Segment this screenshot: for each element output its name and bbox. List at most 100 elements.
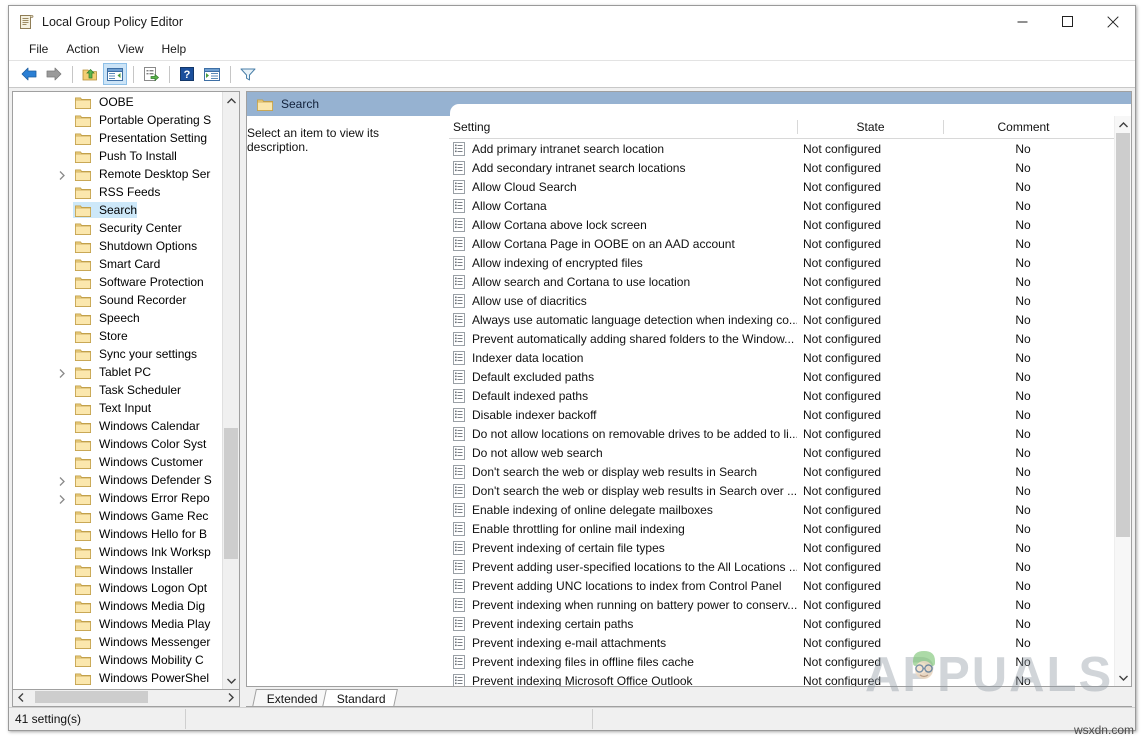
- tree-item[interactable]: Security Center: [13, 219, 222, 237]
- tree-item[interactable]: Windows Mobility C: [13, 651, 222, 669]
- settings-row[interactable]: Prevent indexing Microsoft Office Outloo…: [449, 671, 1114, 686]
- tree-item[interactable]: Shutdown Options: [13, 237, 222, 255]
- tree-item[interactable]: Windows Media Dig: [13, 597, 222, 615]
- settings-scroll-up-icon[interactable]: [1115, 116, 1131, 133]
- settings-row[interactable]: Default indexed pathsNot configuredNo: [449, 386, 1114, 405]
- settings-row[interactable]: Allow Cortana Page in OOBE on an AAD acc…: [449, 234, 1114, 253]
- minimize-button[interactable]: [1000, 6, 1045, 37]
- tree-scroll-right-icon[interactable]: [223, 690, 239, 704]
- settings-scrollbar-track[interactable]: [1115, 116, 1131, 686]
- tree-item[interactable]: Windows Logon Opt: [13, 579, 222, 597]
- tree-item[interactable]: Sound Recorder: [13, 291, 222, 309]
- settings-row[interactable]: Don't search the web or display web resu…: [449, 481, 1114, 500]
- settings-list-rows[interactable]: Add primary intranet search locationNot …: [449, 139, 1114, 686]
- settings-row[interactable]: Allow Cloud SearchNot configuredNo: [449, 177, 1114, 196]
- tree-item[interactable]: Tablet PC: [13, 363, 222, 381]
- tree-item[interactable]: Task Scheduler: [13, 381, 222, 399]
- settings-row[interactable]: Allow Cortana above lock screenNot confi…: [449, 215, 1114, 234]
- menu-help[interactable]: Help: [154, 40, 195, 58]
- settings-row[interactable]: Allow CortanaNot configuredNo: [449, 196, 1114, 215]
- tree-scroll-left-icon[interactable]: [13, 690, 29, 704]
- forward-icon[interactable]: [42, 63, 66, 85]
- back-icon[interactable]: [17, 63, 41, 85]
- tree-item[interactable]: Windows Hello for B: [13, 525, 222, 543]
- tree-item[interactable]: Windows Ink Worksp: [13, 543, 222, 561]
- settings-row[interactable]: Allow search and Cortana to use location…: [449, 272, 1114, 291]
- settings-row[interactable]: Prevent indexing e-mail attachmentsNot c…: [449, 633, 1114, 652]
- tree-item[interactable]: Windows Calendar: [13, 417, 222, 435]
- settings-row[interactable]: Enable throttling for online mail indexi…: [449, 519, 1114, 538]
- settings-row[interactable]: Prevent indexing certain pathsNot config…: [449, 614, 1114, 633]
- column-header-state[interactable]: State: [797, 120, 943, 134]
- column-header-setting[interactable]: Setting: [449, 120, 797, 134]
- settings-row[interactable]: Add secondary intranet search locationsN…: [449, 158, 1114, 177]
- tree-item[interactable]: Windows Game Rec: [13, 507, 222, 525]
- tree-item[interactable]: Software Protection: [13, 273, 222, 291]
- close-button[interactable]: [1090, 6, 1135, 37]
- tree-item[interactable]: Speech: [13, 309, 222, 327]
- tree-item[interactable]: Push To Install: [13, 147, 222, 165]
- settings-row[interactable]: Do not allow web searchNot configuredNo: [449, 443, 1114, 462]
- menu-action[interactable]: Action: [58, 40, 107, 58]
- export-list-icon[interactable]: [139, 63, 163, 85]
- show-hide-console-tree-icon[interactable]: [103, 63, 127, 85]
- settings-row[interactable]: Disable indexer backoffNot configuredNo: [449, 405, 1114, 424]
- maximize-button[interactable]: [1045, 6, 1090, 37]
- settings-row[interactable]: Default excluded pathsNot configuredNo: [449, 367, 1114, 386]
- settings-row[interactable]: Don't search the web or display web resu…: [449, 462, 1114, 481]
- tree-item[interactable]: Smart Card: [13, 255, 222, 273]
- tree-item[interactable]: Presentation Setting: [13, 129, 222, 147]
- tree-item[interactable]: Windows Installer: [13, 561, 222, 579]
- tree-item[interactable]: Windows Media Play: [13, 615, 222, 633]
- tree-item[interactable]: Windows Messenger: [13, 633, 222, 651]
- tree-item[interactable]: Windows Defender S: [13, 471, 222, 489]
- tree-scroll-down-icon[interactable]: [223, 672, 239, 689]
- settings-row[interactable]: Add primary intranet search locationNot …: [449, 139, 1114, 158]
- tree-hscroll-thumb[interactable]: [35, 691, 148, 703]
- tree-item[interactable]: Search: [13, 201, 222, 219]
- tab-standard[interactable]: Standard: [322, 689, 398, 707]
- settings-row[interactable]: Do not allow locations on removable driv…: [449, 424, 1114, 443]
- show-hide-action-pane-icon[interactable]: [200, 63, 224, 85]
- settings-row[interactable]: Prevent automatically adding shared fold…: [449, 329, 1114, 348]
- chevron-right-icon[interactable]: [59, 367, 69, 377]
- chevron-right-icon[interactable]: [59, 475, 69, 485]
- console-tree-list[interactable]: OOBEPortable Operating SPresentation Set…: [13, 92, 222, 689]
- menu-file[interactable]: File: [21, 40, 56, 58]
- tree-item[interactable]: Windows Color Syst: [13, 435, 222, 453]
- up-one-level-icon[interactable]: [78, 63, 102, 85]
- tree-item[interactable]: Remote Desktop Ser: [13, 165, 222, 183]
- settings-row[interactable]: Always use automatic language detection …: [449, 310, 1114, 329]
- settings-row[interactable]: Enable indexing of online delegate mailb…: [449, 500, 1114, 519]
- help-icon[interactable]: ?: [175, 63, 199, 85]
- settings-scroll-down-icon[interactable]: [1115, 669, 1131, 686]
- console-tree[interactable]: OOBEPortable Operating SPresentation Set…: [12, 91, 240, 690]
- tab-extended[interactable]: Extended: [252, 689, 330, 707]
- tree-item[interactable]: Text Input: [13, 399, 222, 417]
- settings-row[interactable]: Allow use of diacriticsNot configuredNo: [449, 291, 1114, 310]
- tree-item[interactable]: Windows PowerShel: [13, 669, 222, 687]
- tree-item[interactable]: Windows Customer: [13, 453, 222, 471]
- column-header-comment[interactable]: Comment: [943, 120, 1103, 134]
- settings-row[interactable]: Prevent adding UNC locations to index fr…: [449, 576, 1114, 595]
- tree-vertical-scrollbar[interactable]: [222, 92, 239, 689]
- settings-row[interactable]: Prevent indexing of certain file typesNo…: [449, 538, 1114, 557]
- tree-item[interactable]: Store: [13, 327, 222, 345]
- tree-horizontal-scrollbar[interactable]: [12, 690, 240, 707]
- tree-item[interactable]: Sync your settings: [13, 345, 222, 363]
- settings-vertical-scrollbar[interactable]: [1114, 116, 1131, 686]
- menu-view[interactable]: View: [110, 40, 152, 58]
- tree-item[interactable]: OOBE: [13, 93, 222, 111]
- tree-item[interactable]: Windows Error Repo: [13, 489, 222, 507]
- settings-row[interactable]: Prevent indexing when running on battery…: [449, 595, 1114, 614]
- chevron-right-icon[interactable]: [59, 493, 69, 503]
- tree-item[interactable]: RSS Feeds: [13, 183, 222, 201]
- chevron-right-icon[interactable]: [59, 169, 69, 179]
- settings-row[interactable]: Indexer data locationNot configuredNo: [449, 348, 1114, 367]
- settings-scroll-thumb[interactable]: [1116, 133, 1130, 537]
- tree-scroll-thumb[interactable]: [224, 428, 238, 559]
- tree-scroll-up-icon[interactable]: [223, 92, 239, 109]
- tree-item[interactable]: Portable Operating S: [13, 111, 222, 129]
- filter-icon[interactable]: [236, 63, 260, 85]
- settings-row[interactable]: Allow indexing of encrypted filesNot con…: [449, 253, 1114, 272]
